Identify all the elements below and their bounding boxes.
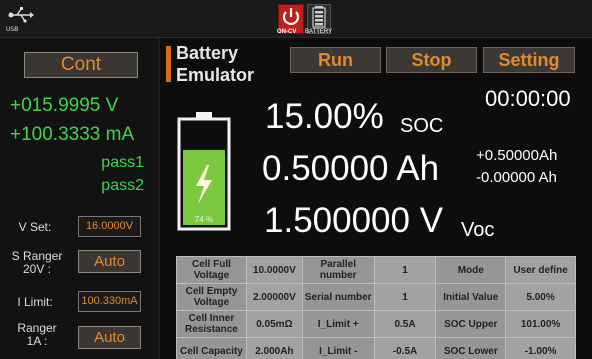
table-row: Cell Empty Voltage 2.00000V Serial number 1… — [176, 283, 576, 311]
soc-unit: SOC — [400, 115, 444, 137]
table-label-cell: Cell Capacity — [176, 337, 247, 359]
battery-emulator-screen: USB ON-CV BATTERY Cont +015.9995 V +100.… — [0, 0, 592, 359]
elapsed-clock: 00:00:00 — [485, 86, 571, 111]
title-line-1: Battery — [176, 43, 239, 63]
table-label-cell: Serial number — [301, 283, 375, 311]
cont-button[interactable]: Cont — [24, 52, 138, 78]
table-label-cell: Cell Empty Voltage — [176, 283, 247, 311]
sranger-auto-button[interactable]: Auto — [78, 250, 141, 273]
table-value-cell[interactable]: 0.05mΩ — [245, 310, 303, 338]
voc-unit: Voc — [461, 219, 495, 241]
table-label-cell: Parallel number — [301, 256, 375, 284]
table-value-cell[interactable]: 1 — [373, 283, 437, 311]
table-value-cell[interactable]: 0.5A — [373, 310, 437, 338]
table-label-cell: Cell Full Voltage — [176, 256, 247, 284]
battery-gauge: 74 % — [176, 112, 232, 232]
pass2-status: pass2 — [101, 177, 144, 194]
ah-value: 0.50000 Ah — [262, 149, 440, 188]
usb-label: USB — [6, 26, 19, 33]
table-label-cell: Mode — [435, 256, 507, 284]
vset-label: V Set: — [18, 220, 52, 234]
table-row: Cell Capacity 2.000Ah I_Limit - -0.5A SOC Lo… — [176, 337, 576, 359]
table-value-cell[interactable]: 5.00% — [505, 283, 576, 311]
table-value-cell[interactable]: 101.00% — [505, 310, 576, 338]
table-value-cell[interactable]: 2.00000V — [245, 283, 303, 311]
battery-level-text: 74 % — [195, 215, 213, 224]
table-row: Cell Inner Resistance 0.05mΩ I_Limit +0.5A… — [176, 310, 576, 338]
table-value-cell[interactable]: 10.0000V — [245, 256, 303, 284]
status-bar: USB ON-CV BATTERY — [0, 0, 592, 38]
ilimit-field[interactable]: 100.330mA — [78, 291, 141, 312]
capacity-negative: -0.00000 Ah — [476, 169, 557, 186]
voltage-readout: +015.9995 V — [10, 95, 119, 116]
soc-value: 15.00% — [265, 97, 384, 136]
table-row: Cell Full Voltage 10.0000V Parallel number… — [176, 256, 576, 284]
oncv-label: ON-CV — [277, 29, 297, 35]
ranger-label: Ranger 1A : — [17, 321, 57, 348]
table-value-cell[interactable]: 2.000Ah — [245, 337, 303, 359]
table-label-cell: SOC Lower — [435, 337, 507, 359]
parameter-table: Cell Full Voltage 10.0000V Parallel number… — [176, 256, 576, 359]
table-value-cell[interactable]: User define — [505, 256, 576, 284]
page-title: Battery Emulator — [176, 42, 254, 86]
table-value-cell[interactable]: 1 — [373, 256, 437, 284]
voc-value: 1.500000 V — [264, 201, 444, 240]
title-line-2: Emulator — [176, 65, 255, 85]
battery-label: BATTERY — [305, 29, 333, 35]
pass1-status: pass1 — [101, 154, 144, 171]
table-value-cell[interactable]: -0.5A — [373, 337, 437, 359]
stop-button[interactable]: Stop — [386, 47, 477, 73]
table-label-cell: Cell Inner Resistance — [176, 310, 247, 338]
current-readout: +100.3333 mA — [10, 124, 135, 145]
run-button[interactable]: Run — [290, 47, 381, 73]
table-label-cell: I_Limit - — [301, 337, 375, 359]
capacity-positive: +0.50000Ah — [476, 147, 558, 164]
vset-field[interactable]: 16.0000V — [78, 216, 141, 237]
setting-button[interactable]: Setting — [483, 47, 575, 73]
table-label-cell: Initial Value — [435, 283, 507, 311]
table-label-cell: I_Limit + — [301, 310, 375, 338]
table-label-cell: SOC Upper — [435, 310, 507, 338]
ilimit-label: I Limit: — [17, 295, 53, 309]
sranger-label: S Ranger 20V : — [11, 249, 63, 276]
title-accent-bar — [166, 46, 171, 82]
ranger-auto-button[interactable]: Auto — [78, 326, 141, 349]
table-value-cell[interactable]: -1.00% — [505, 337, 576, 359]
left-panel: Cont +015.9995 V +100.3333 mA pass1 pass… — [0, 38, 160, 359]
